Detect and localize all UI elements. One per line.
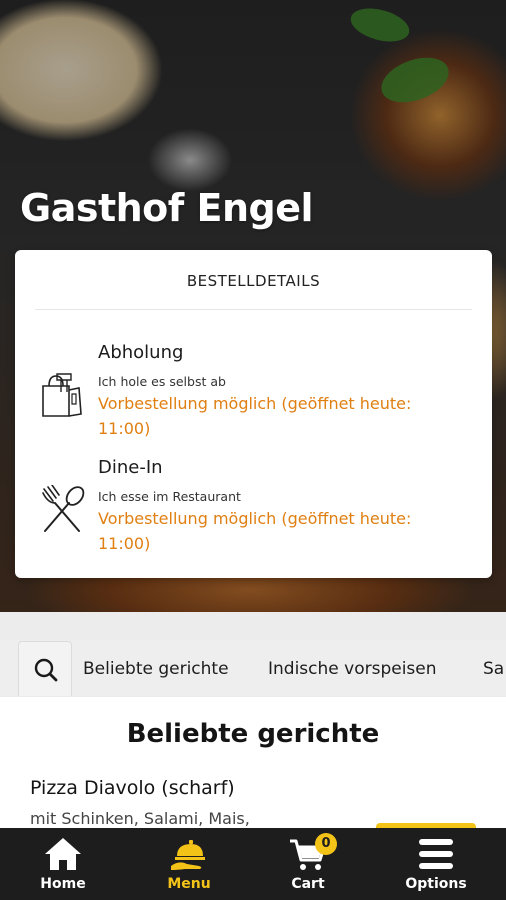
category-tab-beliebte-gerichte[interactable]: Beliebte gerichte (83, 659, 229, 679)
order-details-heading: BESTELLDETAILS (35, 272, 472, 310)
section-title: Beliebte gerichte (126, 719, 380, 749)
category-tab-next[interactable]: Sa (483, 659, 504, 679)
nav-menu-label: Menu (167, 876, 211, 892)
pickup-subtitle: Ich hole es selbst ab (98, 374, 226, 389)
dish-description: mit Schinken, Salami, Mais, (30, 809, 250, 828)
bottom-navigation: Home Menu 0 Cart Options (0, 828, 506, 900)
restaurant-title: Gasthof Engel (20, 186, 314, 230)
home-icon (45, 838, 81, 870)
category-filter-bar: Beliebte gerichte Indische vorspeisen Sa (0, 640, 506, 696)
nav-options-label: Options (405, 876, 467, 892)
takeaway-bag-icon (39, 370, 85, 418)
dish-name[interactable]: Pizza Diavolo (scharf) (30, 777, 235, 799)
pickup-title: Abholung (98, 342, 184, 363)
dine-in-preorder-note: Vorbestellung möglich (geöffnet heute: 1… (98, 509, 412, 553)
pickup-option[interactable]: Abholung Ich hole es selbst ab Vorbestel… (39, 340, 468, 440)
fork-spoon-icon (39, 484, 85, 533)
cart-count-badge: 0 (315, 833, 337, 855)
dine-in-option[interactable]: Dine-In Ich esse im Restaurant Vorbestel… (39, 455, 468, 555)
nav-options[interactable]: Options (373, 828, 499, 900)
menu-content: Beliebte gerichte Pizza Diavolo (scharf)… (0, 697, 506, 828)
search-icon (34, 658, 58, 682)
nav-menu[interactable]: Menu (126, 828, 252, 900)
order-details-card: BESTELLDETAILS Abholung Ich hole es selb… (15, 250, 492, 578)
nav-home-label: Home (40, 876, 86, 892)
pickup-preorder-note: Vorbestellung möglich (geöffnet heute: 1… (98, 394, 412, 438)
hamburger-icon (419, 839, 453, 869)
nav-cart-label: Cart (291, 876, 325, 892)
dine-in-subtitle: Ich esse im Restaurant (98, 489, 241, 504)
nav-home[interactable]: Home (0, 828, 126, 900)
dine-in-title: Dine-In (98, 457, 163, 478)
category-tab-indische-vorspeisen[interactable]: Indische vorspeisen (268, 659, 437, 679)
nav-cart[interactable]: 0 Cart (245, 828, 371, 900)
menu-cloche-icon (171, 840, 205, 870)
category-search-button[interactable] (18, 641, 72, 696)
